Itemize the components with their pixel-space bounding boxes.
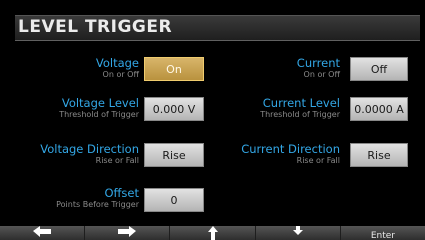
current-sublabel: On or Off bbox=[303, 70, 340, 79]
current-level-button[interactable]: 0.0000 A bbox=[350, 97, 408, 121]
arrow-right-icon bbox=[118, 226, 137, 237]
current-level-sublabel: Threshold of Trigger bbox=[260, 110, 340, 119]
voltage-field-label: Voltage On or Off bbox=[96, 57, 139, 80]
offset-button[interactable]: 0 bbox=[144, 188, 204, 212]
down-arrow-button[interactable] bbox=[256, 226, 341, 240]
voltage-label: Voltage bbox=[95, 56, 139, 70]
voltage-level-button[interactable]: 0.000 V bbox=[144, 97, 204, 121]
offset-field-label: Offset Points Before Trigger bbox=[56, 187, 139, 210]
softkey-bar: Enter bbox=[0, 226, 425, 240]
current-direction-label: Current Direction bbox=[241, 142, 340, 156]
title-divider bbox=[15, 40, 420, 41]
voltage-direction-label: Voltage Direction bbox=[40, 142, 139, 156]
voltage-level-sublabel: Threshold of Trigger bbox=[59, 110, 139, 119]
voltage-level-label: Voltage Level bbox=[61, 96, 139, 110]
current-direction-sublabel: Rise or Fall bbox=[296, 156, 340, 165]
voltage-sublabel: On or Off bbox=[102, 70, 139, 79]
current-level-field-label: Current Level Threshold of Trigger bbox=[260, 97, 340, 120]
voltage-direction-sublabel: Rise or Fall bbox=[95, 156, 139, 165]
current-level-label: Current Level bbox=[262, 96, 340, 110]
enter-label: Enter bbox=[370, 231, 395, 240]
voltage-direction-field-label: Voltage Direction Rise or Fall bbox=[40, 143, 139, 166]
offset-sublabel: Points Before Trigger bbox=[56, 200, 139, 209]
arrow-down-icon bbox=[292, 226, 303, 235]
level-trigger-screen: LEVEL TRIGGER Voltage On or Off On Curre… bbox=[0, 0, 425, 240]
arrow-up-icon bbox=[207, 226, 218, 240]
voltage-toggle-button[interactable]: On bbox=[144, 57, 204, 81]
right-arrow-button[interactable] bbox=[85, 226, 171, 240]
page-title: LEVEL TRIGGER bbox=[18, 17, 173, 37]
current-direction-button[interactable]: Rise bbox=[350, 143, 408, 167]
arrow-left-icon bbox=[33, 226, 52, 237]
voltage-direction-button[interactable]: Rise bbox=[144, 143, 204, 167]
current-label: Current bbox=[296, 56, 340, 70]
offset-label: Offset bbox=[104, 186, 139, 200]
enter-button[interactable]: Enter bbox=[341, 226, 425, 240]
current-field-label: Current On or Off bbox=[297, 57, 340, 80]
current-toggle-button[interactable]: Off bbox=[350, 57, 408, 81]
up-arrow-button[interactable] bbox=[170, 226, 256, 240]
voltage-level-field-label: Voltage Level Threshold of Trigger bbox=[59, 97, 139, 120]
current-direction-field-label: Current Direction Rise or Fall bbox=[241, 143, 340, 166]
left-arrow-button[interactable] bbox=[0, 226, 86, 240]
